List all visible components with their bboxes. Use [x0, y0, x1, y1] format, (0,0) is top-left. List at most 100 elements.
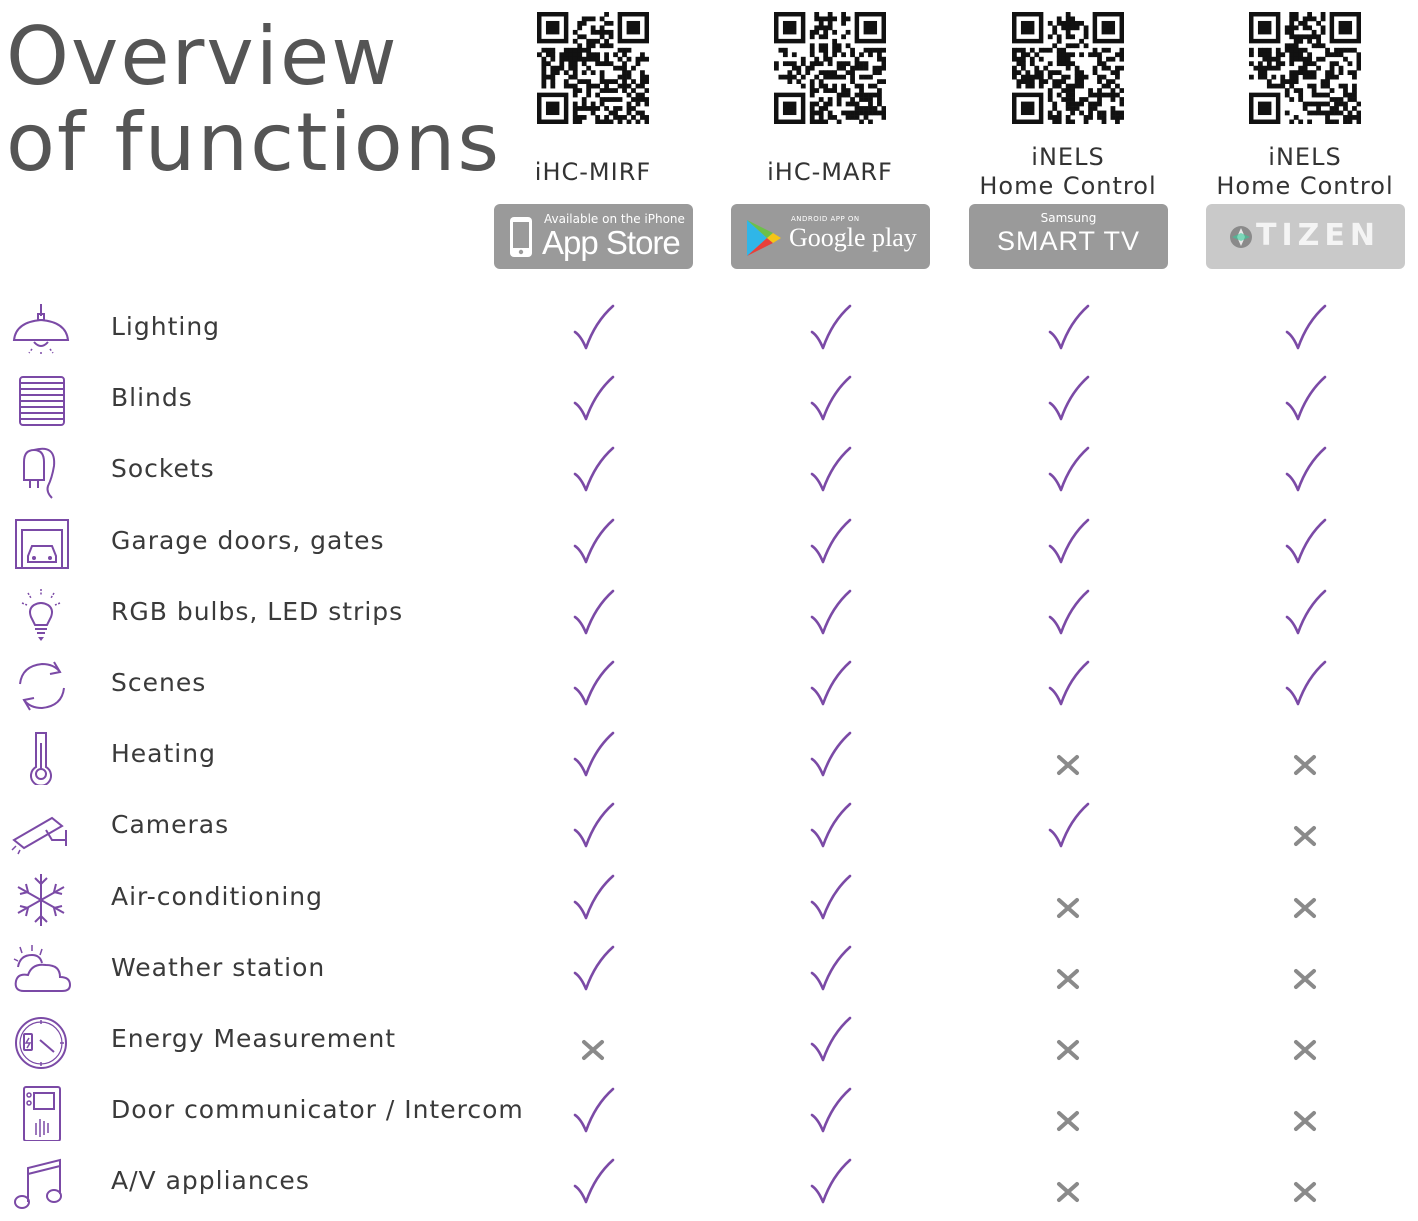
feature-row: A/V appliances [0, 1150, 1418, 1221]
supported-mark [1038, 514, 1098, 574]
supported-mark [1038, 798, 1098, 858]
feature-row: Blinds [0, 367, 1418, 438]
check-icon [573, 1087, 615, 1133]
blinds-icon [10, 373, 72, 429]
check-icon [573, 447, 615, 492]
store-badge[interactable]: Available on the iPhone App Store [494, 204, 693, 269]
check-icon [1285, 589, 1327, 635]
feature-row: Cameras [0, 794, 1418, 865]
feature-label: Air-conditioning [111, 881, 323, 911]
cross-icon [1294, 755, 1316, 776]
badge-big-text: App Store [542, 224, 681, 261]
supported-mark [563, 1154, 623, 1214]
supported-mark [1038, 656, 1098, 716]
cross-icon [1057, 897, 1079, 918]
thermometer-icon [10, 729, 72, 787]
unsupported-mark [1275, 1012, 1335, 1072]
check-icon [1048, 589, 1090, 635]
check-icon [1048, 518, 1090, 563]
feature-row: Lighting [0, 296, 1418, 367]
feature-label: Sockets [111, 454, 215, 484]
feature-label: Lighting [111, 312, 221, 341]
badge-small-text: Samsung [1040, 211, 1097, 225]
supported-mark [1275, 585, 1335, 645]
feature-row: Heating [0, 723, 1418, 794]
check-icon [1048, 803, 1090, 848]
feature-label: Door communicator / Intercom [111, 1095, 524, 1125]
check-icon [1048, 375, 1090, 421]
plug-icon [10, 444, 72, 500]
supported-mark [800, 870, 860, 930]
cross-icon [1294, 968, 1316, 989]
app-name-line: iHC-MIRF [534, 158, 652, 186]
qr-code[interactable] [537, 12, 650, 125]
energy-meter-icon [10, 1014, 72, 1070]
scenes-icon [10, 658, 72, 714]
unsupported-mark [1275, 727, 1335, 787]
title-line-2: of functions [6, 96, 502, 189]
qr-code[interactable] [774, 12, 887, 125]
app-name: iNELS Home Control [1186, 143, 1418, 201]
qr-code[interactable] [1249, 12, 1362, 125]
unsupported-mark [1275, 870, 1335, 930]
app-name-line: iNELS [1268, 143, 1342, 171]
camera-icon [10, 800, 72, 856]
cross-icon [1057, 755, 1079, 776]
app-name-line: iHC-MARF [767, 158, 893, 186]
badge-small-text: ANDROID APP ON [791, 215, 860, 223]
cross-icon [1294, 1182, 1316, 1203]
feature-label: Blinds [111, 383, 193, 413]
supported-mark [800, 798, 860, 858]
supported-mark [800, 371, 860, 431]
check-icon [810, 1087, 852, 1133]
app-name: iHC-MARF [711, 158, 949, 187]
cross-icon [1057, 1040, 1079, 1060]
supported-mark [563, 870, 623, 930]
tizen-logo [1230, 226, 1252, 248]
supported-mark [800, 727, 860, 787]
supported-mark [563, 1083, 623, 1143]
unsupported-mark [563, 1012, 623, 1072]
supported-mark [800, 1012, 860, 1072]
supported-mark [563, 585, 623, 645]
page-title: Overview of functions [6, 14, 501, 186]
feature-label: A/V appliances [111, 1166, 310, 1196]
check-icon [810, 447, 852, 492]
intercom-icon [10, 1085, 72, 1143]
app-name: iNELS Home Control [949, 143, 1187, 201]
iphone-icon [510, 217, 532, 257]
feature-label: RGB bulbs, LED strips [111, 596, 404, 626]
unsupported-mark [1275, 1083, 1335, 1143]
samsung-smart-tv-logo: SMART TV [996, 226, 1141, 256]
check-icon [810, 375, 852, 421]
cross-icon [1057, 1182, 1079, 1203]
unsupported-mark [1275, 798, 1335, 858]
store-badge[interactable]: TIZEN [1206, 204, 1405, 269]
supported-mark [563, 656, 623, 716]
check-icon [573, 660, 615, 706]
title-line-1: Overview [6, 10, 399, 103]
check-icon [810, 1016, 852, 1062]
supported-mark [563, 941, 623, 1001]
feature-row: Weather station [0, 937, 1418, 1008]
supported-mark [1038, 371, 1098, 431]
feature-row: Energy Measurement [0, 1008, 1418, 1079]
qr-code[interactable] [1012, 12, 1125, 125]
weather-icon [10, 943, 72, 999]
feature-label: Weather station [111, 952, 326, 982]
supported-mark [1038, 442, 1098, 502]
check-icon [573, 375, 615, 421]
check-icon [810, 731, 852, 777]
music-note-icon [10, 1156, 72, 1212]
check-icon [573, 874, 615, 919]
bulb-icon [10, 587, 72, 643]
unsupported-mark [1038, 941, 1098, 1001]
feature-label: Heating [111, 739, 216, 769]
store-badge[interactable]: Samsung SMART TV [969, 204, 1168, 269]
unsupported-mark [1275, 941, 1335, 1001]
store-badge[interactable]: ANDROID APP ON Google play [731, 204, 930, 269]
snowflake-icon [10, 872, 72, 928]
supported-mark [800, 1154, 860, 1214]
supported-mark [800, 442, 860, 502]
check-icon [573, 803, 615, 848]
